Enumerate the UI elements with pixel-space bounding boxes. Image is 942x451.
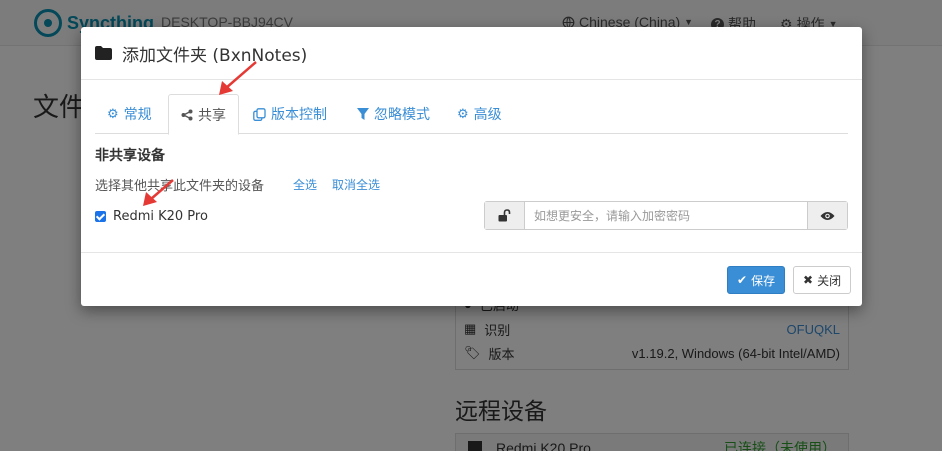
encryption-password-input[interactable] xyxy=(525,202,807,229)
unlock-icon xyxy=(498,209,511,222)
close-icon: ✖ xyxy=(803,273,814,287)
tab-advanced[interactable]: ⚙ 高级 xyxy=(445,94,514,134)
select-all-link[interactable]: 全选 xyxy=(293,176,317,193)
close-button-label: 关闭 xyxy=(817,273,842,288)
modal-header: 添加文件夹 (BxnNotes) xyxy=(81,27,862,80)
select-devices-help: 选择其他共享此文件夹的设备 xyxy=(95,179,265,194)
unlock-addon xyxy=(485,202,525,229)
folder-icon xyxy=(95,46,112,60)
unshared-devices-title: 非共享设备 xyxy=(95,148,165,164)
filter-icon xyxy=(357,108,369,120)
tab-general[interactable]: ⚙ 常规 xyxy=(95,94,164,134)
tab-sharing[interactable]: 共享 xyxy=(168,94,239,135)
modal-tabs: ⚙ 常规 共享 版本控制 忽略模式 ⚙ 高级 xyxy=(95,94,848,135)
tab-ignore-patterns[interactable]: 忽略模式 xyxy=(345,94,442,134)
share-icon xyxy=(181,109,193,120)
device-checkbox-label: Redmi K20 Pro xyxy=(113,209,208,224)
tab-versioning[interactable]: 版本控制 xyxy=(241,94,339,134)
check-icon: ✔ xyxy=(737,273,748,287)
gear-icon: ⚙ xyxy=(107,106,119,122)
add-folder-modal: 添加文件夹 (BxnNotes) ⚙ 常规 共享 版本控制 忽略模式 ⚙ 高级 … xyxy=(81,27,862,306)
tab-label: 高级 xyxy=(473,107,502,123)
tab-label: 共享 xyxy=(198,107,226,124)
close-button[interactable]: ✖ 关闭 xyxy=(793,266,852,294)
tab-label: 版本控制 xyxy=(271,107,327,123)
tab-label: 忽略模式 xyxy=(374,107,430,123)
modal-title: 添加文件夹 (BxnNotes) xyxy=(122,45,308,66)
deselect-all-link[interactable]: 取消全选 xyxy=(332,176,380,193)
toggle-password-visibility[interactable] xyxy=(807,202,847,229)
modal-footer: ✔ 保存 ✖ 关闭 xyxy=(81,252,862,306)
eye-icon xyxy=(820,211,835,220)
encryption-password-group xyxy=(484,201,848,230)
device-checkbox[interactable] xyxy=(95,211,106,222)
device-checkbox-row[interactable]: Redmi K20 Pro xyxy=(95,209,208,224)
copy-icon xyxy=(253,107,266,121)
tab-label: 常规 xyxy=(123,107,152,123)
save-button-label: 保存 xyxy=(751,273,776,288)
cogs-icon: ⚙ xyxy=(457,106,469,122)
save-button[interactable]: ✔ 保存 xyxy=(727,266,786,294)
